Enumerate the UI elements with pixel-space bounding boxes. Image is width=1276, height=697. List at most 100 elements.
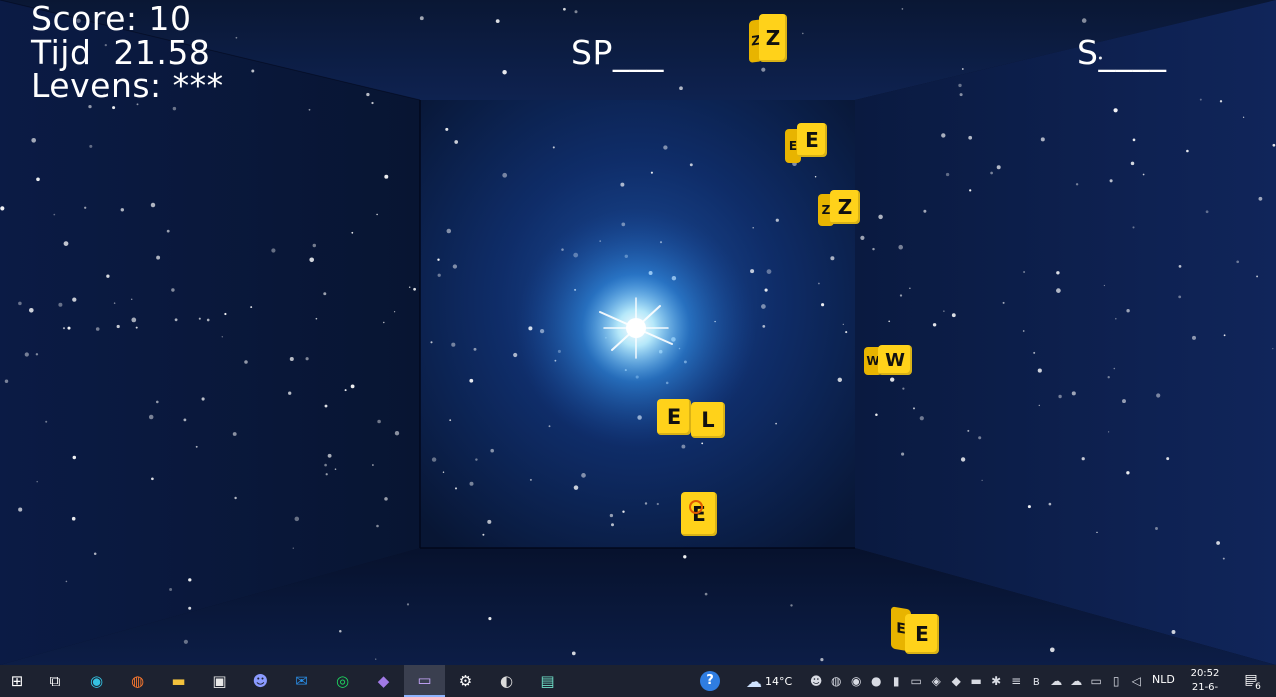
- star: [1103, 284, 1106, 287]
- star: [394, 431, 400, 436]
- star: [72, 297, 77, 302]
- star: [1199, 98, 1202, 101]
- settings-icon[interactable]: ⚙: [445, 665, 486, 697]
- star: [644, 502, 648, 505]
- star: [323, 292, 327, 296]
- record-tray-icon[interactable]: ●: [866, 674, 886, 688]
- shield-tray-icon[interactable]: ◈: [926, 674, 946, 688]
- star: [1258, 196, 1263, 201]
- star: [888, 320, 891, 323]
- letter-cube-e-center[interactable]: E: [657, 399, 691, 435]
- star: [919, 416, 924, 421]
- star: [406, 603, 410, 606]
- star: [324, 463, 327, 467]
- monitor-tray-icon[interactable]: ▭: [906, 674, 926, 688]
- star: [1155, 527, 1158, 530]
- star: [1109, 179, 1113, 183]
- star: [943, 310, 945, 312]
- spotify-icon[interactable]: ◎: [322, 665, 363, 697]
- star: [312, 243, 317, 248]
- star: [201, 397, 205, 401]
- onedrive-business-tray-icon[interactable]: ☁: [1066, 674, 1086, 688]
- steam-tray-icon[interactable]: ◉: [846, 674, 866, 688]
- star: [442, 471, 445, 473]
- outlook-icon[interactable]: ✉: [281, 665, 322, 697]
- game-window[interactable]: Score: 10 Tijd 21.58 Levens: *** SP___ S…: [0, 0, 1276, 697]
- star: [766, 269, 772, 274]
- edge-icon[interactable]: ◉: [76, 665, 117, 697]
- letter-cube-w[interactable]: W W: [864, 345, 912, 377]
- star: [1130, 161, 1135, 166]
- star: [150, 202, 156, 208]
- star: [1040, 137, 1045, 142]
- usb-tray-icon[interactable]: ▮: [886, 674, 906, 688]
- star: [339, 629, 342, 633]
- task-view-icon[interactable]: ⧉: [34, 665, 76, 697]
- cube-front-face: L: [691, 402, 725, 438]
- terminal-icon[interactable]: ▭: [404, 665, 445, 697]
- star: [960, 457, 966, 462]
- display-tray-icon[interactable]: ▯: [1106, 674, 1126, 688]
- star: [1023, 271, 1026, 273]
- visual-studio-icon[interactable]: ◆: [363, 665, 404, 697]
- star: [790, 604, 793, 607]
- language-indicator[interactable]: NLD: [1152, 673, 1175, 686]
- file-explorer-icon[interactable]: ▬: [158, 665, 199, 697]
- letter-cube-e-bottom[interactable]: E E: [891, 604, 941, 656]
- star: [413, 287, 416, 291]
- letter-cube-e-upper[interactable]: E E: [785, 123, 827, 165]
- star: [656, 502, 659, 506]
- star: [334, 468, 337, 471]
- obs-icon[interactable]: ◐: [486, 665, 527, 697]
- star: [171, 288, 175, 292]
- star: [901, 8, 904, 10]
- star: [761, 67, 766, 72]
- battery-tray-icon[interactable]: ▭: [1086, 674, 1106, 688]
- star: [188, 606, 192, 610]
- network-tray-icon[interactable]: ▬: [966, 674, 986, 688]
- firefox-icon[interactable]: ◍: [117, 665, 158, 697]
- letter-cube-z-top[interactable]: Z Z: [749, 14, 787, 64]
- star: [445, 127, 449, 131]
- star: [305, 357, 309, 361]
- onedrive-tray-icon[interactable]: ☁: [1046, 674, 1066, 688]
- star: [1022, 330, 1025, 332]
- weather-icon[interactable]: ☁: [746, 672, 762, 691]
- app-window-icon[interactable]: ▤: [527, 665, 568, 697]
- star: [324, 404, 328, 408]
- sync-tray-icon[interactable]: ◍: [826, 674, 846, 688]
- star: [941, 133, 946, 138]
- star: [88, 104, 92, 109]
- star: [224, 312, 227, 316]
- discord-icon[interactable]: ☻: [240, 665, 281, 697]
- letter-cube-z-middle[interactable]: Z Z: [818, 190, 862, 228]
- star: [198, 317, 201, 320]
- star: [288, 391, 292, 395]
- store-icon[interactable]: ▣: [199, 665, 240, 697]
- clock[interactable]: 20:52 21-6-2021: [1180, 667, 1230, 697]
- star: [45, 420, 48, 423]
- star: [377, 419, 381, 424]
- star: [563, 7, 566, 11]
- defender-tray-icon[interactable]: ◆: [946, 674, 966, 688]
- star: [1113, 367, 1116, 370]
- discord-tray-icon[interactable]: ☻: [806, 674, 826, 688]
- letter-cube-e-lower[interactable]: E: [681, 492, 717, 536]
- help-icon[interactable]: ?: [700, 671, 720, 691]
- star: [315, 317, 318, 320]
- start-icon[interactable]: ⊞: [0, 665, 34, 697]
- volume-tray-icon[interactable]: ◁: [1126, 674, 1146, 688]
- star: [650, 171, 653, 174]
- snowflake-tray-icon[interactable]: ✱: [986, 674, 1006, 688]
- star: [912, 407, 916, 410]
- star: [487, 519, 492, 524]
- bluetooth-tray-icon[interactable]: ʙ: [1026, 674, 1046, 688]
- lines-tray-icon[interactable]: ≡: [1006, 674, 1026, 688]
- star: [878, 214, 883, 220]
- star: [1058, 394, 1062, 399]
- star: [1219, 100, 1223, 103]
- star: [981, 479, 983, 481]
- star: [384, 497, 388, 501]
- temperature-label[interactable]: 14°C: [765, 675, 792, 688]
- letter-cube-l[interactable]: L: [691, 402, 725, 438]
